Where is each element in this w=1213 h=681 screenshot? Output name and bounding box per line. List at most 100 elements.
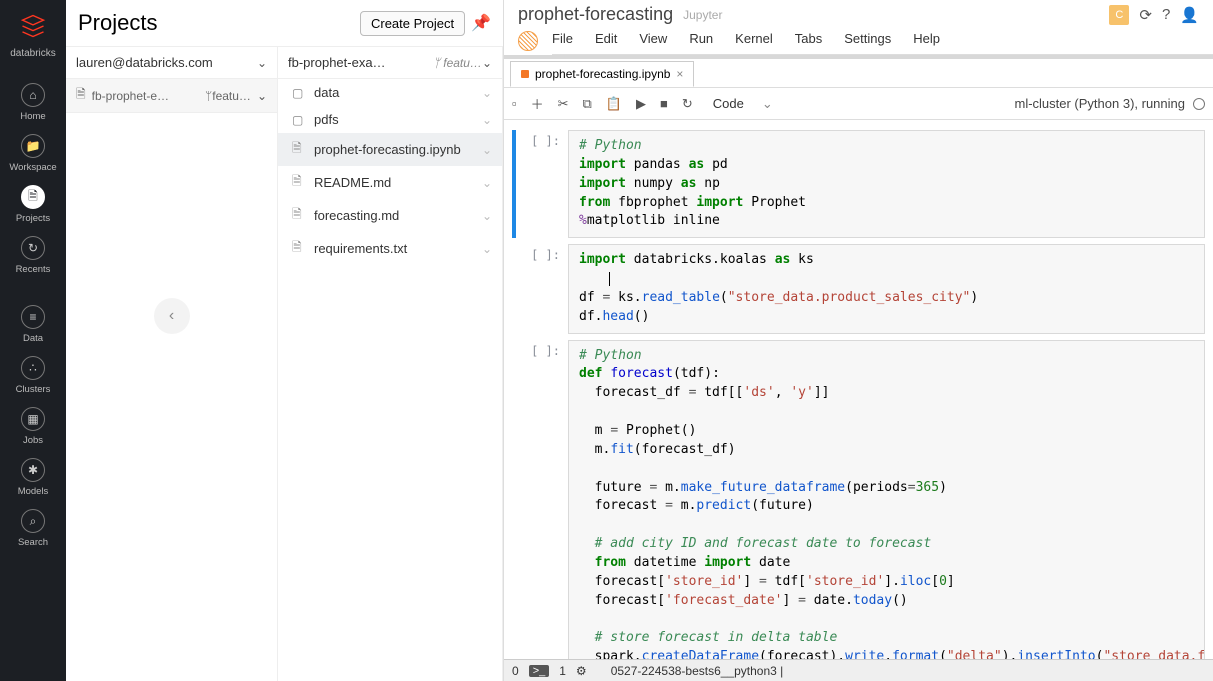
user-badge[interactable]: C (1109, 5, 1129, 25)
chevron-down-icon[interactable]: ⌄ (482, 143, 492, 157)
rail-item-data[interactable]: ≡Data (9, 299, 56, 350)
chevron-down-icon[interactable]: ⌄ (482, 242, 492, 256)
pin-icon[interactable]: 📌 (471, 13, 491, 33)
terminal-icon[interactable]: >_ (529, 665, 550, 677)
rail-label: Recents (16, 264, 51, 275)
folder-icon: ▢ (292, 86, 306, 100)
add-cell-icon[interactable]: ＋ (531, 94, 544, 113)
file-row[interactable]: 🗎 forecasting.md ⌄ (278, 199, 502, 232)
menu-tabs[interactable]: Tabs (795, 31, 822, 46)
clusters-icon: ∴ (21, 356, 45, 380)
help-icon[interactable]: ? (1162, 6, 1170, 23)
menu-settings[interactable]: Settings (844, 31, 891, 46)
file-name: README.md (314, 175, 474, 190)
copy-icon[interactable]: ⧉ (583, 96, 592, 112)
back-button[interactable]: ‹ (154, 298, 190, 334)
branch-name-full: featu… (443, 56, 482, 70)
jupyter-tabs: prophet-forecasting.ipynb × (504, 59, 1213, 88)
file-icon: 🗎 (292, 172, 306, 193)
chevron-down-icon[interactable]: ⌄ (482, 113, 492, 127)
close-icon[interactable]: × (676, 67, 683, 81)
projects-panel: Projects Create Project 📌 lauren@databri… (66, 0, 504, 681)
file-icon: 🗎 (292, 238, 306, 259)
notebook-tab[interactable]: prophet-forecasting.ipynb × (510, 61, 694, 87)
chevron-down-icon: ⌄ (762, 96, 773, 112)
user-selector[interactable]: lauren@databricks.com ⌄ (66, 47, 277, 79)
jobs-icon: ▦ (21, 407, 45, 431)
cut-icon[interactable]: ✂ (558, 96, 569, 112)
projects-header: Projects Create Project 📌 (66, 0, 503, 47)
rail-item-clusters[interactable]: ∴Clusters (9, 350, 56, 401)
kernel-status-text: 0527-224538-bests6__python3 | (611, 664, 784, 678)
file-name: forecasting.md (314, 208, 474, 223)
repo-header[interactable]: fb-prophet-exa… ᛘfeatu… ⌄ (278, 47, 502, 79)
kernel-status-icon (1193, 98, 1205, 110)
jupyter-title-bar: prophet-forecasting Jupyter C ⟳ ? 👤 (504, 0, 1213, 27)
repo-row[interactable]: 🗎 fb-prophet-e… ᛘfeatu… ⌄ (66, 79, 277, 113)
jupyter-status-bar: 0 >_ 1 ⚙ 0527-224538-bests6__python3 | (504, 659, 1213, 681)
databricks-logo-icon (17, 10, 49, 42)
chevron-down-icon[interactable]: ⌄ (482, 86, 492, 100)
cell-type-label: Code (713, 96, 744, 111)
models-icon: ✱ (21, 458, 45, 482)
menu-kernel[interactable]: Kernel (735, 31, 773, 46)
rail-item-workspace[interactable]: 📁Workspace (9, 128, 56, 179)
jupyter-logo-icon (518, 31, 538, 51)
file-row[interactable]: ▢pdfs⌄ (278, 106, 502, 133)
cell-type-selector[interactable]: Code ⌄ (707, 95, 779, 113)
recents-icon: ↻ (21, 236, 45, 260)
code-cell[interactable]: [ ]: import databricks.koalas as ks df =… (512, 244, 1205, 333)
status-num: 0 (512, 664, 519, 678)
run-icon[interactable]: ▶ (636, 96, 646, 112)
jupyter-menu-bar: File Edit View Run Kernel Tabs Settings Help (552, 27, 1213, 55)
menu-run[interactable]: Run (689, 31, 713, 46)
rail-item-home[interactable]: ⌂Home (9, 77, 56, 128)
projects-col-users: lauren@databricks.com ⌄ 🗎 fb-prophet-e… … (66, 47, 278, 681)
file-name: prophet-forecasting.ipynb (314, 142, 474, 157)
create-project-button[interactable]: Create Project (360, 11, 465, 36)
rail-label: Models (18, 486, 49, 497)
cell-prompt: [ ]: (512, 340, 568, 659)
restart-icon[interactable]: ↻ (682, 96, 693, 112)
rail-label: Search (18, 537, 48, 548)
file-icon: 🗎 (292, 205, 306, 226)
chevron-down-icon[interactable]: ⌄ (482, 176, 492, 190)
left-rail: databricks ⌂Home📁Workspace🗎Projects ↻ Rece… (0, 0, 66, 681)
rail-item-models[interactable]: ✱ Models (9, 452, 56, 503)
code-cell[interactable]: [ ]: # Python def forecast(tdf): forecas… (512, 340, 1205, 659)
cell-prompt: [ ]: (512, 244, 568, 333)
file-row[interactable]: 🗎 README.md ⌄ (278, 166, 502, 199)
file-row[interactable]: 🗎requirements.txt⌄ (278, 232, 502, 265)
brand-label: databricks (10, 48, 56, 59)
refresh-icon[interactable]: ⟳ (1139, 6, 1152, 24)
stop-icon[interactable]: ■ (660, 96, 668, 111)
menu-view[interactable]: View (639, 31, 667, 46)
rail-label: Home (20, 111, 45, 122)
code-input[interactable]: # Python import pandas as pd import nump… (568, 130, 1205, 238)
save-icon[interactable]: ▫ (512, 96, 517, 111)
settings-icon[interactable]: ⚙ (576, 664, 587, 678)
notebook-title: prophet-forecasting (518, 4, 673, 25)
user-icon[interactable]: 👤 (1180, 6, 1199, 24)
chevron-down-icon[interactable]: ⌄ (482, 209, 492, 223)
code-cell[interactable]: [ ]: # Python import pandas as pd import… (512, 130, 1205, 238)
file-row[interactable]: ▢ data ⌄ (278, 79, 502, 106)
tab-label: prophet-forecasting.ipynb (535, 67, 670, 81)
paste-icon[interactable]: 📋 (606, 96, 622, 112)
notebook-area[interactable]: [ ]: # Python import pandas as pd import… (504, 120, 1213, 659)
menu-file[interactable]: File (552, 31, 573, 46)
rail-item-recents[interactable]: ↻ Recents (9, 230, 56, 281)
menu-help[interactable]: Help (913, 31, 940, 46)
menu-edit[interactable]: Edit (595, 31, 617, 46)
rail-item-projects[interactable]: 🗎Projects (9, 179, 56, 230)
projects-icon: 🗎 (21, 185, 45, 209)
repo-name-full: fb-prophet-exa… (288, 55, 427, 70)
projects-title: Projects (78, 10, 157, 36)
code-input[interactable]: # Python def forecast(tdf): forecast_df … (568, 340, 1205, 659)
rail-item-search[interactable]: ⌕Search (9, 503, 56, 554)
file-row[interactable]: 🗎prophet-forecasting.ipynb⌄ (278, 133, 502, 166)
rail-item-jobs[interactable]: ▦Jobs (9, 401, 56, 452)
file-name: data (314, 85, 474, 100)
status-mid: 1 (559, 664, 566, 678)
code-input[interactable]: import databricks.koalas as ks df = ks.r… (568, 244, 1205, 333)
